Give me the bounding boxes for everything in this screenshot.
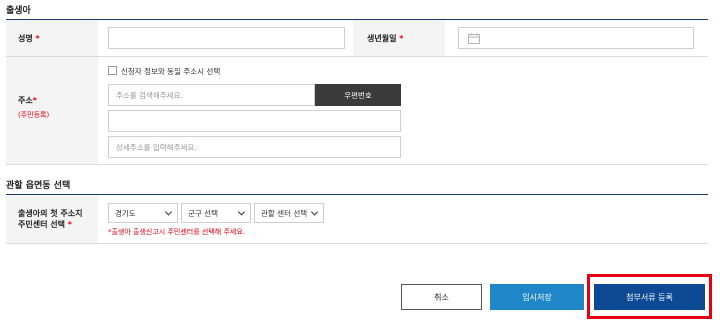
birthdate-input[interactable]	[458, 27, 694, 49]
required-mark: *	[399, 34, 404, 43]
section-title-jurisdiction: 관할 읍면동 선택	[6, 181, 71, 191]
province-select-value: 경기도	[115, 208, 136, 218]
address-label-cell: 주소* (주민등록)	[6, 57, 98, 164]
required-mark: *	[32, 96, 37, 105]
chevron-down-icon	[164, 208, 173, 216]
same-address-checkbox[interactable]	[108, 66, 117, 75]
center-select-value: 관할 센터 선택	[261, 208, 308, 218]
center-notice: *출생아 출생신고시 주민센터를 선택해 주세요.	[108, 228, 245, 236]
section-title-baby: 출생아	[6, 6, 31, 16]
center-label-line2: 주민센터 선택	[18, 220, 65, 229]
name-label: 성명	[18, 34, 33, 43]
center-select[interactable]: 관할 센터 선택	[254, 203, 324, 223]
chevron-down-icon	[310, 208, 319, 216]
same-address-label: 신청자 정보와 동일 주소시 선택	[121, 67, 221, 76]
province-select[interactable]: 경기도	[108, 203, 178, 223]
chevron-down-icon	[237, 208, 246, 216]
district-select[interactable]: 군구 선택	[181, 203, 251, 223]
temp-save-button[interactable]: 임시저장	[490, 284, 584, 310]
center-label-cell: 출생아의 첫 주소지 주민센터 선택 *	[6, 195, 98, 243]
detail-address-placeholder: 상세주소를 입력해주세요.	[116, 142, 197, 152]
required-mark: *	[35, 34, 40, 43]
row-divider	[6, 243, 708, 244]
section-divider	[6, 194, 708, 195]
name-label-cell: 성명 *	[6, 20, 98, 56]
row-divider	[6, 164, 708, 165]
address-search-placeholder: 주소를 검색해주세요.	[116, 90, 183, 100]
calendar-icon[interactable]	[468, 32, 480, 44]
cancel-button[interactable]: 취소	[401, 284, 482, 310]
center-label-line1: 출생아의 첫 주소지	[18, 209, 83, 218]
birthdate-label: 생년월일	[367, 34, 397, 43]
address-search-input[interactable]: 주소를 검색해주세요.	[108, 84, 315, 106]
attach-documents-button[interactable]: 첨부서류 등록	[594, 284, 705, 310]
address-label: 주소	[18, 96, 33, 105]
required-mark: *	[67, 220, 72, 229]
district-select-value: 군구 선택	[188, 208, 218, 218]
name-input[interactable]	[108, 27, 345, 49]
address-sublabel: (주민등록)	[18, 111, 50, 119]
postal-code-button[interactable]: 우편번호	[315, 84, 401, 106]
address-input[interactable]	[108, 110, 401, 132]
detail-address-input[interactable]: 상세주소를 입력해주세요.	[108, 136, 401, 158]
row-divider	[6, 56, 708, 57]
birthdate-label-cell: 생년월일 *	[353, 20, 445, 56]
